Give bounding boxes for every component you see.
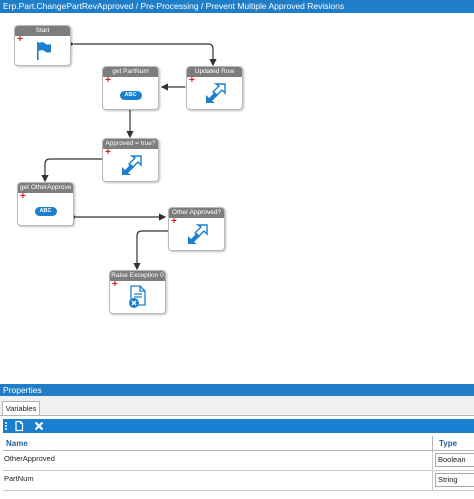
table-row[interactable]: PartNum String xyxy=(3,471,474,491)
node-title: Approved = true? xyxy=(103,139,158,149)
condition-arrow-icon xyxy=(121,155,142,175)
connector-other-approved-to-raise-exception xyxy=(133,230,168,271)
abc-variable-icon: ABC xyxy=(119,91,142,100)
column-header-type[interactable]: Type xyxy=(439,436,457,451)
abc-variable-icon: ABC xyxy=(34,207,57,216)
variable-name[interactable]: OtherApproved xyxy=(4,451,55,467)
variable-name[interactable]: PartNum xyxy=(4,471,34,487)
toolbar-grip[interactable] xyxy=(5,422,7,430)
delete-x-icon[interactable] xyxy=(33,420,45,432)
workflow-canvas[interactable]: Start + get PartNum + ABC Updated Row + … xyxy=(0,13,474,383)
node-approved-check[interactable]: Approved = true? + xyxy=(102,138,159,182)
column-header-name[interactable]: Name xyxy=(6,436,28,451)
add-connection-icon[interactable]: + xyxy=(171,217,177,227)
document-error-icon xyxy=(128,285,146,308)
variables-grid: Name Type OtherApproved Boolean PartNum … xyxy=(3,436,474,491)
connector-approved-to-get-otherapproved xyxy=(41,158,102,183)
column-divider xyxy=(432,471,433,491)
node-raise-exception[interactable]: Raise Exception 0 + xyxy=(109,270,166,314)
variables-panel: Name Type OtherApproved Boolean PartNum … xyxy=(0,415,474,499)
condition-arrow-icon xyxy=(187,224,208,244)
variable-type-select[interactable]: Boolean xyxy=(435,453,474,467)
node-title: get OtherApprove xyxy=(18,183,73,193)
variables-toolbar xyxy=(3,419,474,433)
node-title: Updated Row xyxy=(187,67,242,77)
add-connection-icon[interactable]: + xyxy=(112,280,118,290)
column-divider[interactable] xyxy=(432,436,433,451)
node-get-otherapproved[interactable]: get OtherApprove + ABC xyxy=(17,182,74,226)
add-connection-icon[interactable]: + xyxy=(105,76,111,86)
properties-panel-title: Properties xyxy=(0,384,474,396)
add-connection-icon[interactable]: + xyxy=(189,76,195,86)
add-connection-icon[interactable]: + xyxy=(20,192,26,202)
connector-start-to-updated-row xyxy=(74,43,217,67)
condition-arrow-icon xyxy=(205,83,226,103)
column-divider xyxy=(432,451,433,471)
table-row[interactable]: OtherApproved Boolean xyxy=(3,451,474,471)
workflow-breadcrumb: Erp.Part.ChangePartRevApproved / Pre-Pro… xyxy=(0,0,474,13)
node-title: Start xyxy=(15,26,70,36)
node-get-partnum[interactable]: get PartNum + ABC xyxy=(102,66,159,110)
tab-variables[interactable]: Variables xyxy=(2,401,40,415)
add-connection-icon[interactable]: + xyxy=(17,35,23,45)
node-other-approved[interactable]: Other Approved? + xyxy=(168,207,225,251)
node-title: Raise Exception 0 xyxy=(110,271,165,281)
new-document-icon[interactable] xyxy=(13,420,25,432)
node-updated-row[interactable]: Updated Row + xyxy=(186,66,243,110)
add-connection-icon[interactable]: + xyxy=(105,148,111,158)
bpm-workflow-designer: Erp.Part.ChangePartRevApproved / Pre-Pro… xyxy=(0,0,474,499)
grid-header: Name Type xyxy=(3,436,474,451)
node-start[interactable]: Start + xyxy=(14,25,71,66)
node-title: Other Approved? xyxy=(169,208,224,218)
properties-panel: Variables Name Type OtherApproved Boolea… xyxy=(0,396,474,499)
flag-icon xyxy=(36,42,51,60)
variable-type-select[interactable]: String xyxy=(435,473,474,487)
node-title: get PartNum xyxy=(103,67,158,77)
